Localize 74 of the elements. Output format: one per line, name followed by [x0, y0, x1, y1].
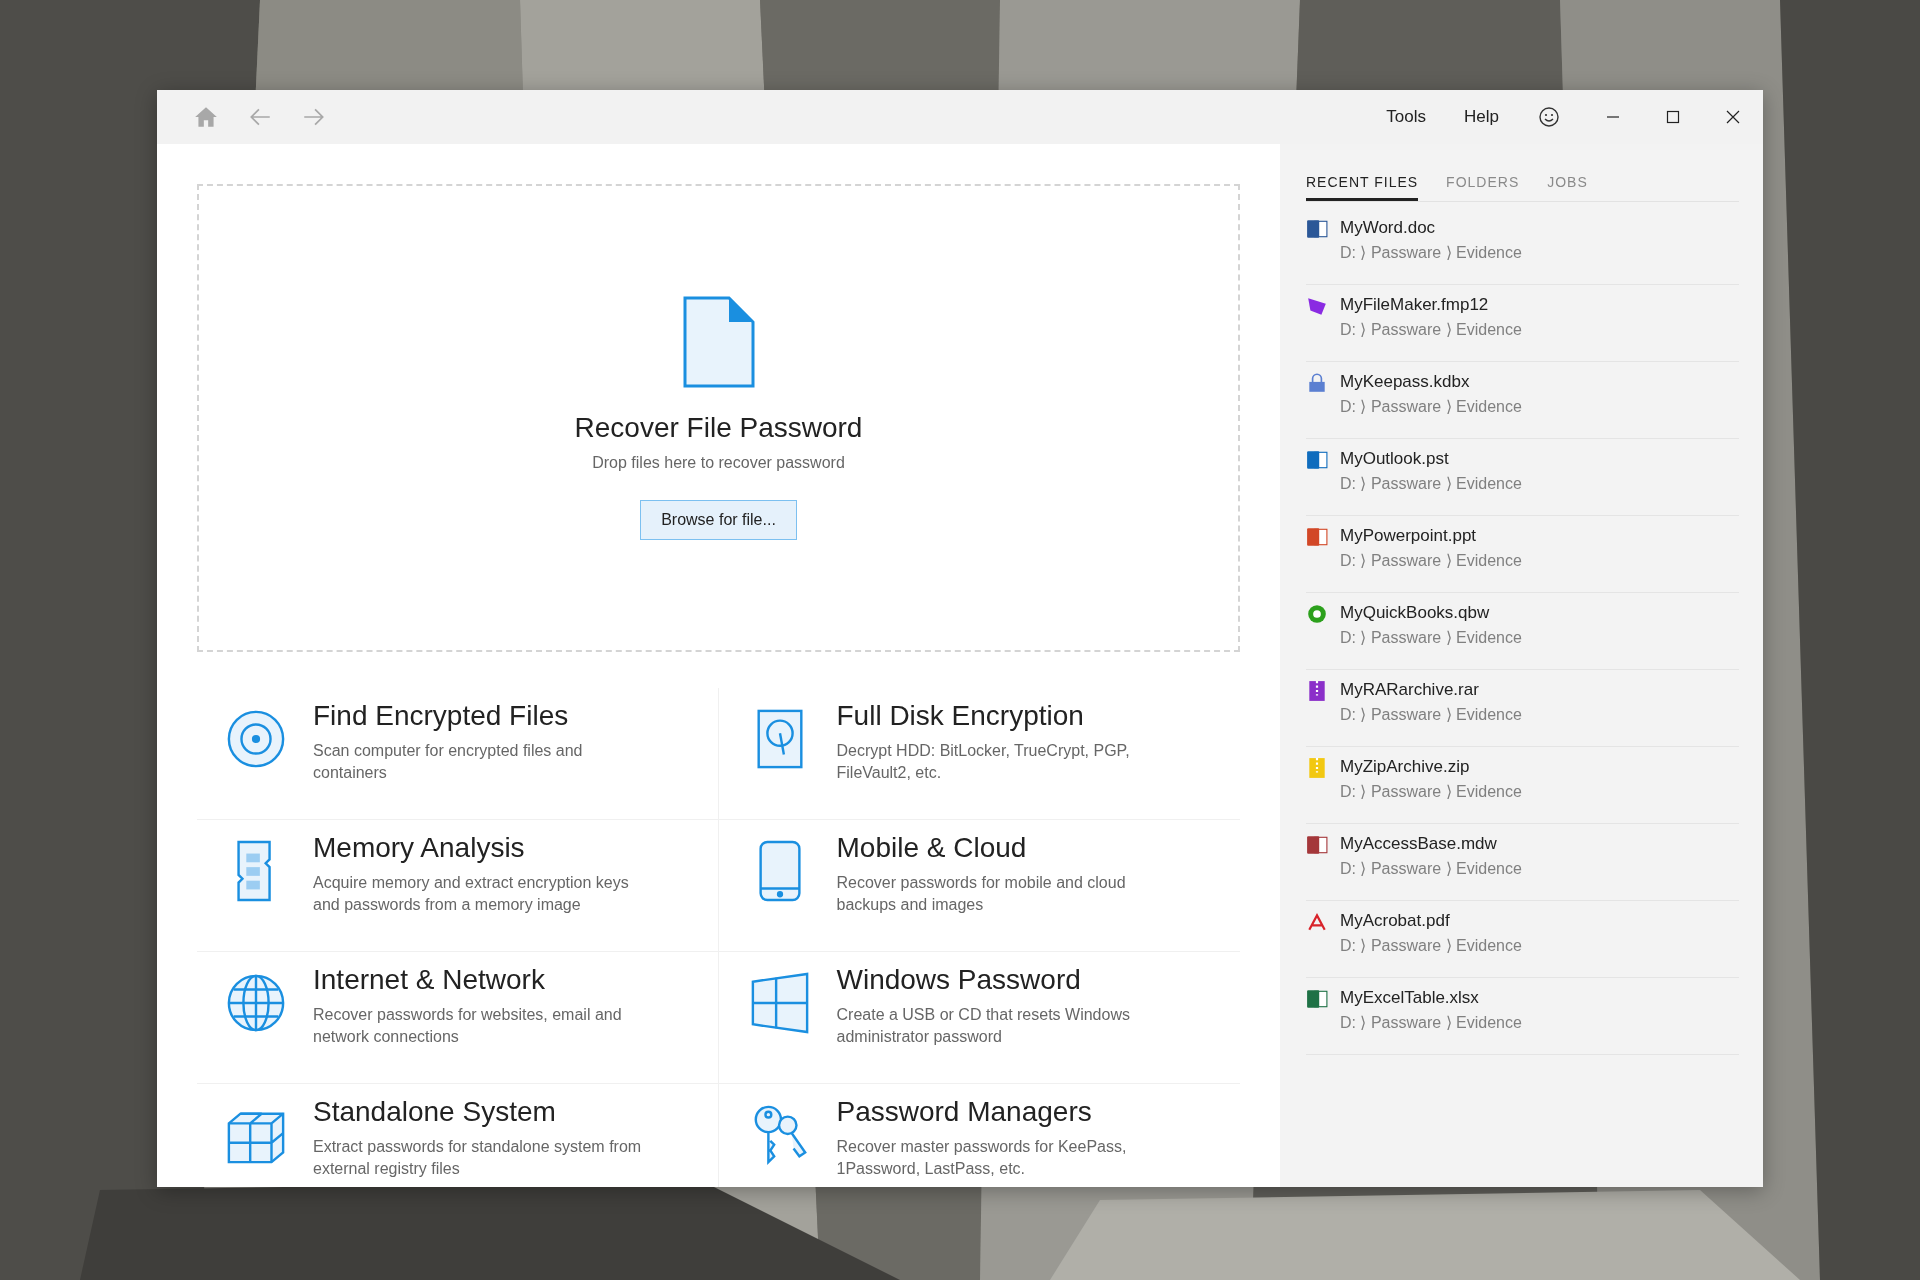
feature-tile[interactable]: Password Managers Recover master passwords for KeePass, 1Password, LastPass, etc. — [718, 1084, 1240, 1187]
circle-icon — [1306, 603, 1328, 625]
feature-title: Password Managers — [836, 1096, 1093, 1128]
recent-file-item[interactable]: MyExcelTable.xlsx D: ⟩ Passware ⟩ Evidence — [1306, 978, 1739, 1055]
feature-title: Mobile & Cloud — [836, 832, 1028, 864]
file-name: MyExcelTable.xlsx — [1340, 988, 1480, 1008]
file-path: D: ⟩ Passware ⟩ Evidence — [1340, 320, 1522, 339]
close-icon — [1725, 109, 1741, 125]
file-path: D: ⟩ Passware ⟩ Evidence — [1340, 551, 1522, 570]
feature-tile[interactable]: Full Disk Encryption Decrypt HDD: BitLocker, TrueCrypt, PGP, FileVault2, etc. — [718, 688, 1240, 820]
maximize-icon — [1665, 109, 1681, 125]
file-name: MyAcrobat.pdf — [1340, 911, 1451, 931]
recent-file-item[interactable]: MyFileMaker.fmp12 D: ⟩ Passware ⟩ Evidence — [1306, 285, 1739, 362]
feature-description: Recover passwords for websites, email and network connections — [313, 1005, 623, 1047]
file-name: MyWord.doc — [1340, 218, 1437, 238]
sidebar-tab[interactable]: RECENT FILES — [1306, 166, 1419, 201]
minimize-icon — [1605, 116, 1621, 118]
feature-description: Extract passwords for standalone system from external registry files — [313, 1137, 643, 1179]
recent-file-item[interactable]: MyAcrobat.pdf D: ⟩ Passware ⟩ Evidence — [1306, 901, 1739, 978]
file-path: D: ⟩ Passware ⟩ Evidence — [1340, 936, 1522, 955]
file-path: D: ⟩ Passware ⟩ Evidence — [1340, 705, 1522, 724]
file-name: MyAccessBase.mdw — [1340, 834, 1498, 854]
archive-icon — [1306, 757, 1328, 779]
file-name: MyZipArchive.zip — [1340, 757, 1471, 777]
disc-icon — [225, 708, 287, 770]
recent-file-item[interactable]: MyZipArchive.zip D: ⟩ Passware ⟩ Evidence — [1306, 747, 1739, 824]
feature-description: Acquire memory and extract encryption keys and passwords from a memory image — [313, 873, 630, 915]
menu-item[interactable]: Help — [1464, 107, 1499, 127]
feature-tile[interactable]: Windows Password Create a USB or CD that resets Windows administrator password — [718, 952, 1240, 1084]
feature-tile[interactable]: Standalone System Extract passwords for standalone system from external registry files — [197, 1084, 719, 1187]
feature-title: Memory Analysis — [313, 832, 526, 864]
recent-file-item[interactable]: MyKeepass.kdbx D: ⟩ Passware ⟩ Evidence — [1306, 362, 1739, 439]
drop-zone-title: Recover File Password — [574, 412, 863, 444]
file-path: D: ⟩ Passware ⟩ Evidence — [1340, 859, 1522, 878]
feature-description: Decrypt HDD: BitLocker, TrueCrypt, PGP, FileVault2, etc. — [836, 741, 1131, 783]
feature-title: Internet & Network — [313, 964, 546, 996]
feature-tile[interactable]: Internet & Network Recover passwords for websites, email and network connections — [197, 952, 719, 1084]
file-name: MyQuickBooks.qbw — [1340, 603, 1491, 623]
file-path: D: ⟩ Passware ⟩ Evidence — [1340, 243, 1522, 262]
archive-icon — [1306, 680, 1328, 702]
feature-tile[interactable]: Find Encrypted Files Scan computer for encrypted files and containers — [197, 688, 719, 820]
recent-file-item[interactable]: MyRARarchive.rar D: ⟩ Passware ⟩ Evidence — [1306, 670, 1739, 747]
file-name: MyOutlook.pst — [1340, 449, 1450, 469]
recent-file-item[interactable]: MyWord.doc D: ⟩ Passware ⟩ Evidence — [1306, 208, 1739, 285]
globe-icon — [225, 972, 287, 1034]
feature-title: Find Encrypted Files — [313, 700, 570, 732]
smiley-icon[interactable] — [1537, 105, 1561, 129]
feature-title: Standalone System — [313, 1096, 557, 1128]
file-name: MyKeepass.kdbx — [1340, 372, 1471, 392]
feature-title: Full Disk Encryption — [836, 700, 1085, 732]
file-path: D: ⟩ Passware ⟩ Evidence — [1340, 1013, 1522, 1032]
feature-tile[interactable]: Memory Analysis Acquire memory and extract encryption keys and passwords from a memory image — [197, 820, 719, 952]
file-name: MyPowerpoint.ppt — [1340, 526, 1478, 546]
file-path: D: ⟩ Passware ⟩ Evidence — [1340, 474, 1522, 493]
drop-zone-subtitle: Drop files here to recover password — [592, 454, 845, 472]
recent-file-item[interactable]: MyQuickBooks.qbw D: ⟩ Passware ⟩ Evidence — [1306, 593, 1739, 670]
feature-description: Scan computer for encrypted files and containers — [313, 741, 584, 783]
file-name: MyFileMaker.fmp12 — [1340, 295, 1490, 315]
file-path: D: ⟩ Passware ⟩ Evidence — [1340, 397, 1522, 416]
browse-button[interactable]: Browse for file... — [640, 500, 797, 540]
menu-item[interactable]: Tools — [1386, 107, 1427, 127]
feature-description: Create a USB or CD that resets Windows administrator password — [836, 1005, 1131, 1047]
feature-description: Recover passwords for mobile and cloud backups and images — [836, 873, 1127, 915]
file-path: D: ⟩ Passware ⟩ Evidence — [1340, 628, 1522, 647]
drop-zone[interactable]: Recover File Password Drop files here to recover password Browse for file... — [197, 184, 1240, 652]
recent-file-item[interactable]: MyAccessBase.mdw D: ⟩ Passware ⟩ Evidence — [1306, 824, 1739, 901]
recent-file-item[interactable]: MyPowerpoint.ppt D: ⟩ Passware ⟩ Evidence — [1306, 516, 1739, 593]
file-path: D: ⟩ Passware ⟩ Evidence — [1340, 782, 1522, 801]
feature-tile[interactable]: Mobile & Cloud Recover passwords for mobile and cloud backups and images — [718, 820, 1240, 952]
lock-icon — [1306, 372, 1328, 394]
feature-title: Windows Password — [836, 964, 1082, 996]
file-name: MyRARarchive.rar — [1340, 680, 1480, 700]
feature-description: Recover master passwords for KeePass, 1Password, LastPass, etc. — [836, 1137, 1128, 1179]
recent-file-item[interactable]: MyOutlook.pst D: ⟩ Passware ⟩ Evidence — [1306, 439, 1739, 516]
